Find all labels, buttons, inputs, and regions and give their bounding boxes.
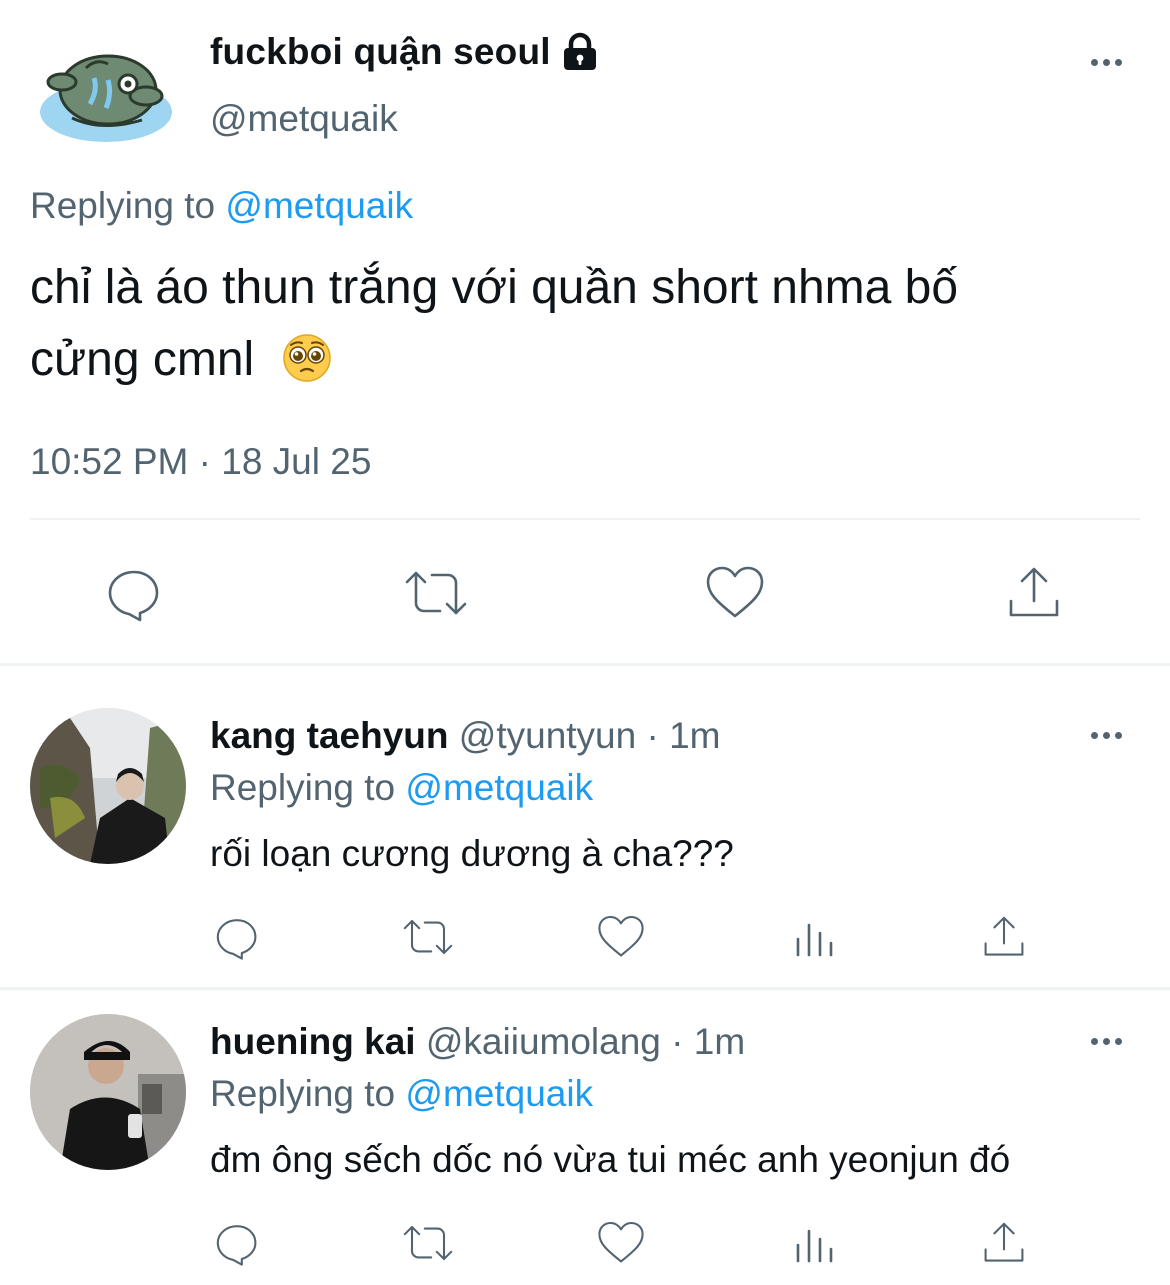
like-button[interactable]	[704, 563, 766, 623]
display-name[interactable]: fuckboi quận seoul	[210, 31, 551, 73]
replying-to: Replying to @metquaik	[210, 1073, 593, 1115]
like-button[interactable]	[596, 1219, 646, 1267]
replying-label: Replying to	[30, 185, 216, 226]
like-button[interactable]	[596, 913, 646, 961]
retweet-icon	[403, 1225, 453, 1261]
user-photo	[30, 1014, 186, 1170]
reply-button[interactable]	[213, 1219, 261, 1267]
share-icon	[984, 1222, 1024, 1262]
retweet-button[interactable]	[402, 563, 470, 623]
views-icon	[796, 1229, 833, 1263]
share-button[interactable]	[980, 1219, 1028, 1267]
reply-icon	[108, 570, 159, 622]
reply-icon	[216, 1225, 257, 1266]
section-divider	[0, 663, 1170, 666]
replying-label: Replying to	[210, 767, 396, 808]
views-icon	[796, 923, 833, 957]
tweet-text-line-2-text: cửng cmnl	[30, 333, 255, 386]
more-options-button[interactable]	[1086, 1021, 1126, 1061]
reply-header: huening kai @kaiiumolang · 1m	[210, 1021, 745, 1063]
avatar[interactable]	[30, 1014, 186, 1170]
reply-text: rối loạn cương dương à cha???	[210, 833, 734, 874]
views-button[interactable]	[790, 1219, 838, 1267]
more-options-button[interactable]	[1086, 42, 1126, 82]
display-name-row: fuckboi quận seoul	[210, 30, 599, 74]
time-ago[interactable]: · 1m	[671, 1021, 745, 1062]
timestamp-divider	[30, 518, 1140, 520]
handle[interactable]: @tyuntyun	[459, 715, 636, 756]
seal-avatar-illustration	[40, 54, 172, 142]
retweet-button[interactable]	[400, 1219, 456, 1267]
reply-icon	[216, 919, 257, 960]
retweet-icon	[403, 919, 453, 955]
more-options-button[interactable]	[1086, 715, 1126, 755]
share-button[interactable]	[1004, 563, 1064, 623]
tweet-text: chỉ là áo thun trắng với quần short nhma…	[30, 252, 1140, 396]
reply-header: kang taehyun @tyuntyun · 1m	[210, 715, 721, 757]
handle[interactable]: @metquaik	[210, 98, 398, 140]
share-button[interactable]	[980, 913, 1028, 961]
time-ago[interactable]: · 1m	[647, 715, 721, 756]
heart-icon	[706, 566, 764, 618]
lock-icon	[561, 32, 599, 72]
tweet-text-line-1: chỉ là áo thun trắng với quần short nhma…	[30, 261, 959, 314]
share-icon	[984, 916, 1024, 956]
views-button[interactable]	[790, 913, 838, 961]
reply-button[interactable]	[213, 913, 261, 961]
handle[interactable]: @kaiiumolang	[426, 1021, 661, 1062]
avatar[interactable]	[30, 708, 186, 864]
heart-icon	[598, 915, 644, 957]
avatar[interactable]	[38, 38, 174, 150]
replying-handle-link[interactable]: @metquaik	[225, 185, 413, 226]
more-icon	[1090, 58, 1122, 66]
share-icon	[1009, 567, 1059, 617]
pleading-face-emoji	[282, 333, 332, 383]
timestamp[interactable]: 10:52 PM · 18 Jul 25	[30, 441, 371, 483]
replying-label: Replying to	[210, 1073, 396, 1114]
section-divider	[0, 987, 1170, 990]
display-name[interactable]: kang taehyun	[210, 715, 449, 756]
replying-handle-link[interactable]: @metquaik	[405, 767, 593, 808]
more-icon	[1090, 731, 1122, 739]
replying-to: Replying to @metquaik	[30, 185, 413, 227]
replying-handle-link[interactable]: @metquaik	[405, 1073, 593, 1114]
retweet-icon	[405, 571, 467, 615]
heart-icon	[598, 1221, 644, 1263]
tweet-text-line-2: cửng cmnl	[30, 324, 1140, 396]
reply-text: đm ông sếch dốc nó vừa tui méc anh yeonj…	[210, 1139, 1011, 1180]
display-name[interactable]: huening kai	[210, 1021, 416, 1062]
replying-to: Replying to @metquaik	[210, 767, 593, 809]
retweet-button[interactable]	[400, 913, 456, 961]
reply-button[interactable]	[104, 563, 164, 623]
user-photo	[30, 708, 186, 864]
more-icon	[1090, 1037, 1122, 1045]
